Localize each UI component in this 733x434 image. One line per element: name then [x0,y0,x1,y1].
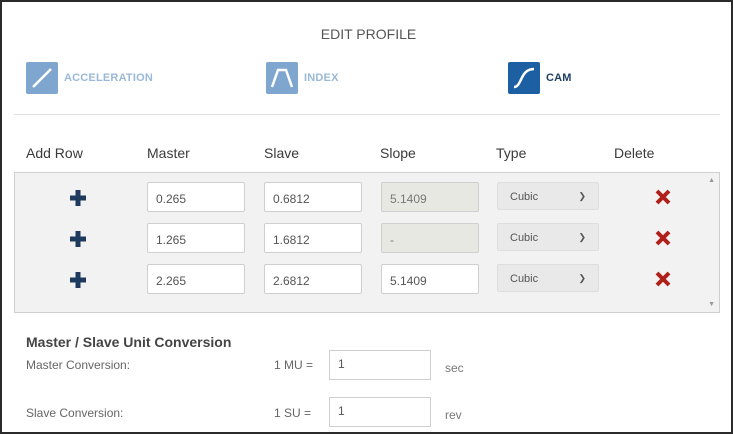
table-row: 2.265 2.6812 5.1409 Cubic ❯ [15,264,705,296]
delete-row-button[interactable] [655,189,671,205]
slave-input[interactable]: 2.6812 [264,264,362,294]
trapezoid-icon [266,62,298,94]
master-input[interactable]: 0.265 [147,182,245,212]
slave-conversion-input[interactable]: 1 [329,397,431,427]
divider [14,114,720,115]
edit-profile-panel: EDIT PROFILE ACCELERATION INDEX CAM Add … [0,0,733,434]
table-row: 1.265 1.6812 - Cubic ❯ [15,223,705,255]
chevron-down-icon: ❯ [578,273,586,283]
master-unit-label: 1 MU = [274,358,314,372]
table-row: 0.265 0.6812 5.1409 Cubic ❯ [15,182,705,214]
mode-tab-cam[interactable]: CAM [508,62,572,94]
close-icon [655,271,671,287]
mode-tab-index[interactable]: INDEX [266,62,339,94]
scroll-down-arrow-icon[interactable]: ▼ [708,301,715,308]
mode-label-index: INDEX [304,72,339,84]
mode-label-cam: CAM [546,72,572,84]
type-select[interactable]: Cubic ❯ [497,223,599,251]
type-select[interactable]: Cubic ❯ [497,264,599,292]
s-curve-icon [508,62,540,94]
type-select[interactable]: Cubic ❯ [497,182,599,210]
slave-input[interactable]: 0.6812 [264,182,362,212]
add-row-button[interactable] [67,269,89,291]
master-conversion-label: Master Conversion: [26,358,131,372]
slave-conversion-suffix: rev [445,408,462,422]
plus-icon [70,190,86,206]
column-header-slave: Slave [264,145,300,161]
slope-field: - [381,223,479,253]
chevron-down-icon: ❯ [578,191,586,201]
master-input[interactable]: 1.265 [147,223,245,253]
column-header-type: Type [496,145,527,161]
scroll-up-arrow-icon[interactable]: ▲ [708,177,715,184]
type-select-value: Cubic [510,191,539,203]
master-conversion-suffix: sec [445,361,464,375]
slave-conversion-label: Slave Conversion: [26,406,124,420]
delete-row-button[interactable] [655,271,671,287]
slave-input[interactable]: 1.6812 [264,223,362,253]
slope-field: 5.1409 [381,182,479,212]
mode-tab-acceleration[interactable]: ACCELERATION [26,62,153,94]
close-icon [655,230,671,246]
column-header-slope: Slope [380,145,416,161]
master-conversion-input[interactable]: 1 [329,350,431,380]
plus-icon [70,231,86,247]
mode-label-acceleration: ACCELERATION [64,72,153,84]
type-select-value: Cubic [510,232,539,244]
profile-table: ▲ ▼ 0.265 0.6812 5.1409 Cubic ❯ 1.265 1. [14,172,720,313]
slope-input[interactable]: 5.1409 [381,264,479,294]
close-icon [655,189,671,205]
add-row-button[interactable] [67,228,89,250]
type-select-value: Cubic [510,273,539,285]
ramp-icon [26,62,58,94]
master-input[interactable]: 2.265 [147,264,245,294]
column-header-delete: Delete [614,145,655,161]
unit-conversion-title: Master / Slave Unit Conversion [26,334,232,350]
add-row-button[interactable] [67,187,89,209]
column-header-add-row: Add Row [26,145,83,161]
chevron-down-icon: ❯ [578,232,586,242]
page-title: EDIT PROFILE [320,26,417,42]
delete-row-button[interactable] [655,230,671,246]
plus-icon [70,272,86,288]
column-header-master: Master [147,145,190,161]
slave-unit-label: 1 SU = [274,406,312,420]
